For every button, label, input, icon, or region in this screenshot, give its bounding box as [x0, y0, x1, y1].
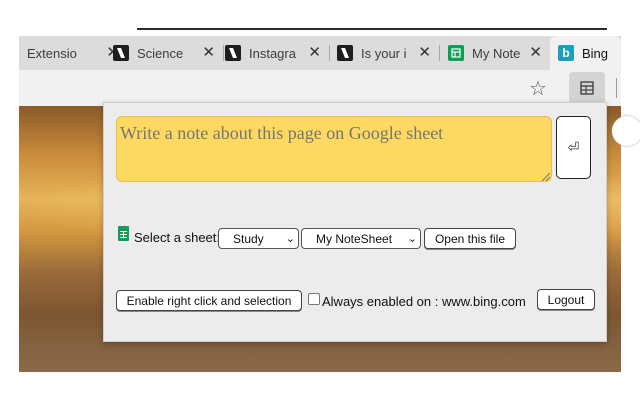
google-sheets-icon: [448, 45, 464, 61]
bookmark-app-icon: [113, 45, 129, 61]
page-bottom-strip: [19, 372, 379, 378]
tab-title: Science: [137, 45, 184, 61]
open-file-button[interactable]: Open this file: [424, 228, 516, 249]
open-file-label: Open this file: [434, 231, 506, 246]
tab-title: Extensio: [27, 45, 77, 61]
bookmark-app-icon: [337, 45, 353, 61]
tab-instagram[interactable]: Instagra ✕: [217, 36, 329, 70]
tab-my-note[interactable]: My Note ✕: [440, 36, 550, 70]
window-top: [0, 0, 640, 30]
file-select[interactable]: My NoteSheet ⌄: [301, 228, 421, 249]
toolbar-divider: [616, 78, 617, 98]
chevron-down-icon: ⌄: [407, 233, 417, 245]
close-icon[interactable]: ✕: [529, 45, 542, 61]
extension-popup: ⏎ Select a sheet: Study ⌄ My NoteSheet ⌄…: [103, 102, 607, 342]
close-icon[interactable]: ✕: [202, 45, 215, 61]
note-textarea[interactable]: [116, 116, 552, 182]
file-select-value: My NoteSheet: [316, 231, 393, 246]
sheet-select[interactable]: Study ⌄: [218, 228, 299, 249]
bing-icon: b: [558, 45, 574, 61]
sheet-select-value: Study: [233, 231, 264, 246]
sheet-extension-icon[interactable]: [569, 72, 605, 104]
always-enabled-label: Always enabled on : www.bing.com: [322, 294, 526, 309]
tab-bar: Extensio ✕ Science ✕ Instagra ✕ Is your …: [19, 36, 621, 70]
top-divider: [137, 28, 607, 30]
tab-bing[interactable]: b Bing: [550, 36, 621, 70]
tab-science[interactable]: Science ✕: [105, 36, 223, 70]
enable-right-click-label: Enable right click and selection: [126, 293, 292, 308]
google-sheets-icon: [118, 226, 129, 241]
browser-toolbar: ☆: [19, 70, 621, 106]
tab-is-your[interactable]: Is your i ✕: [329, 36, 439, 70]
close-icon[interactable]: ✕: [308, 45, 321, 61]
enter-icon: ⏎: [567, 139, 580, 155]
select-sheet-label: Select a sheet:: [134, 230, 220, 245]
submit-note-button[interactable]: ⏎: [556, 116, 591, 179]
bookmark-app-icon: [225, 45, 241, 61]
close-icon[interactable]: ✕: [418, 45, 431, 61]
chevron-down-icon: ⌄: [285, 233, 295, 245]
always-enabled-checkbox[interactable]: [308, 293, 320, 305]
tab-title: Instagra: [249, 45, 296, 61]
enable-right-click-button[interactable]: Enable right click and selection: [116, 290, 302, 311]
page-avatar[interactable]: [612, 116, 640, 146]
logout-button[interactable]: Logout: [537, 289, 595, 310]
star-icon[interactable]: ☆: [529, 76, 547, 101]
tab-title: Bing: [582, 45, 609, 61]
resize-grip-icon[interactable]: [542, 173, 550, 181]
logout-label: Logout: [547, 292, 585, 307]
tab-title: Is your i: [361, 45, 407, 61]
tab-title: My Note: [472, 45, 521, 61]
